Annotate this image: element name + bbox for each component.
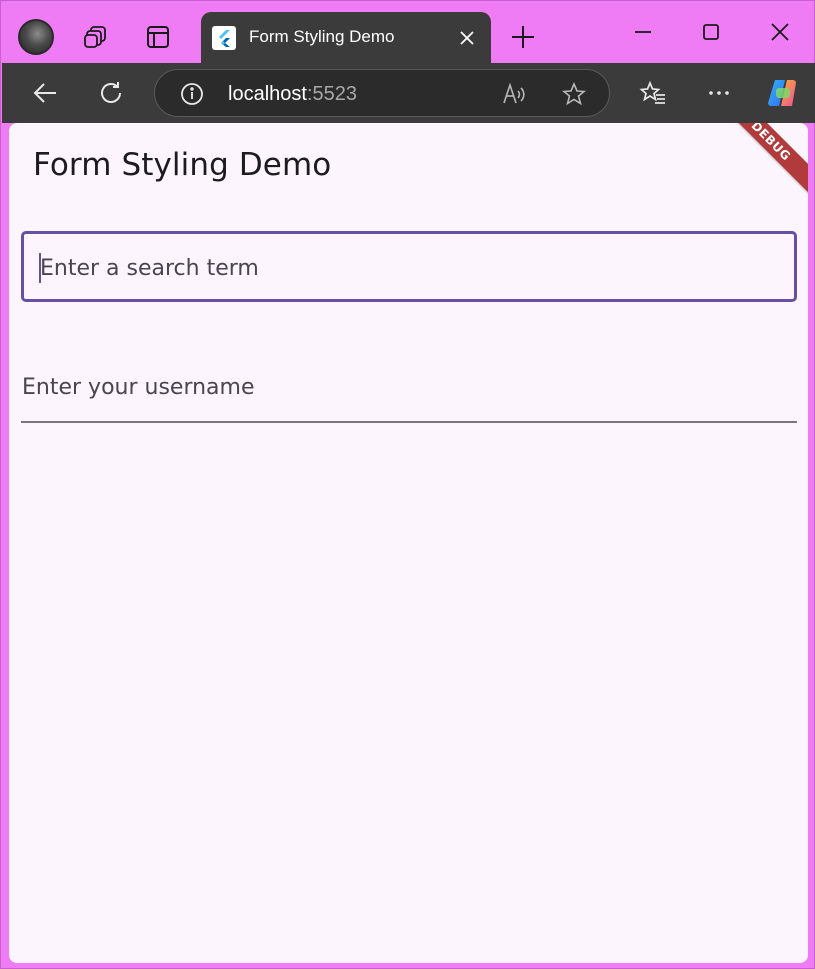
search-placeholder: Enter a search term xyxy=(40,256,259,281)
refresh-icon[interactable] xyxy=(96,78,126,108)
url-text[interactable]: localhost:5523 xyxy=(228,83,357,106)
favorites-icon[interactable] xyxy=(638,78,668,108)
page-content: Form Styling Demo DEBUG Enter a search t… xyxy=(9,123,808,963)
username-label: Enter your username xyxy=(22,375,255,400)
tab-title: Form Styling Demo xyxy=(249,27,395,46)
url-port: :5523 xyxy=(306,83,357,105)
tab-active[interactable]: Form Styling Demo xyxy=(201,12,491,63)
maximize-icon[interactable] xyxy=(698,19,724,45)
back-arrow-icon[interactable] xyxy=(30,78,60,108)
more-icon[interactable] xyxy=(704,78,734,108)
close-tab-icon[interactable] xyxy=(457,28,477,48)
debug-banner: DEBUG xyxy=(710,123,808,202)
tab-actions-icon[interactable] xyxy=(144,23,172,51)
browser-window: Form Styling Demo localhost:5523 Form St… xyxy=(0,0,815,969)
browser-toolbar: localhost:5523 xyxy=(2,63,815,123)
read-aloud-icon[interactable] xyxy=(501,81,527,107)
workspaces-icon[interactable] xyxy=(82,23,110,51)
new-tab-button[interactable] xyxy=(509,23,537,51)
address-bar[interactable]: localhost:5523 xyxy=(154,69,610,117)
minimize-icon[interactable] xyxy=(630,19,656,45)
search-input[interactable]: Enter a search term xyxy=(21,231,797,302)
url-host: localhost xyxy=(228,83,307,105)
profile-avatar[interactable] xyxy=(18,19,54,55)
star-icon[interactable] xyxy=(561,81,587,107)
username-underline xyxy=(21,421,797,423)
copilot-icon[interactable] xyxy=(766,76,800,110)
close-window-icon[interactable] xyxy=(767,19,793,45)
app-bar-title: Form Styling Demo xyxy=(33,147,332,183)
username-field[interactable]: Enter your username xyxy=(21,363,797,423)
info-icon[interactable] xyxy=(179,81,205,107)
tab-strip: Form Styling Demo xyxy=(1,1,815,63)
flutter-icon xyxy=(212,26,236,50)
